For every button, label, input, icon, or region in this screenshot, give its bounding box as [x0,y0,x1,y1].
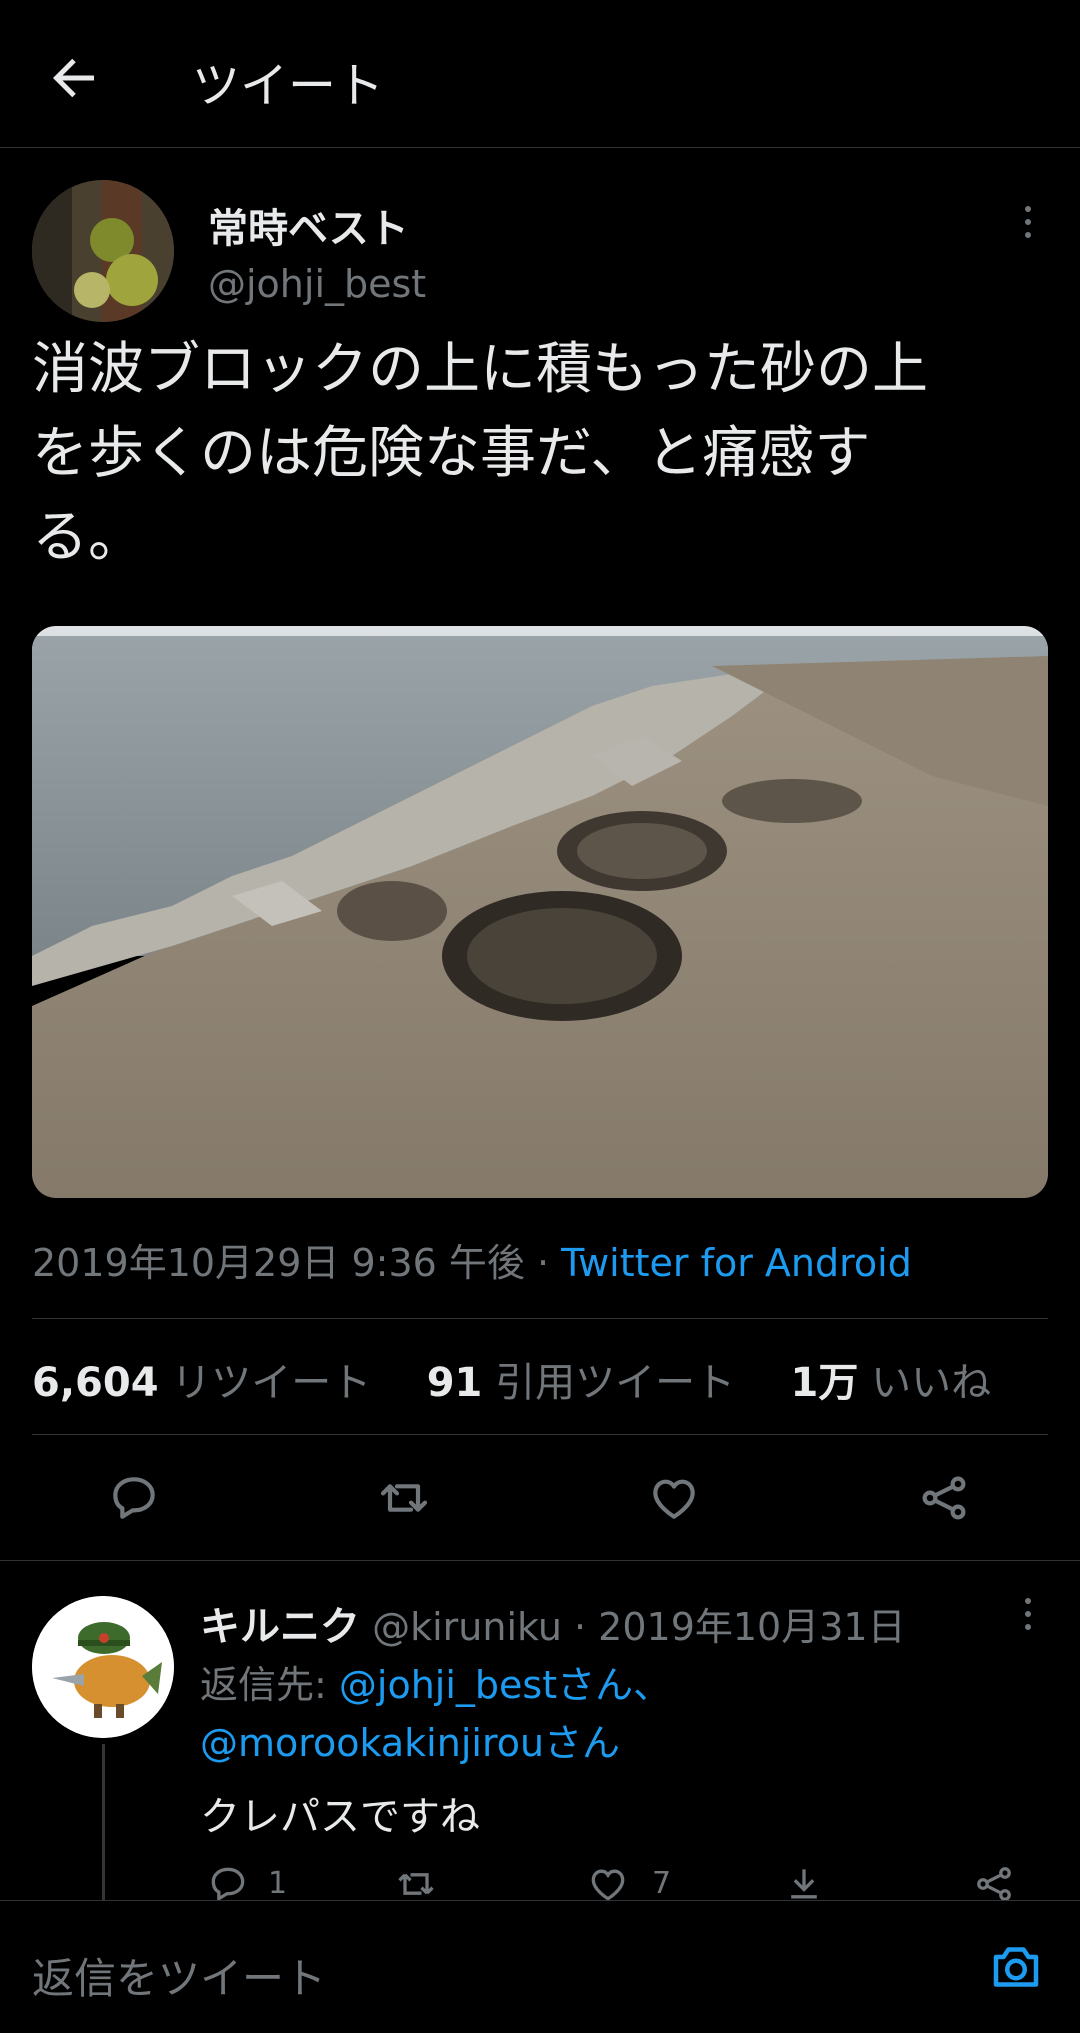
reply-actions: 1 7 [200,1862,1060,1900]
reply-text: クレパスですね [200,1794,480,1840]
reply-date[interactable]: · 2019年10月31日 [562,1605,906,1649]
quotes-label: 引用ツイート [495,1360,736,1406]
replying-to-mention[interactable]: @johji_bestさん、 [339,1663,671,1707]
divider [0,1560,1080,1561]
likes-count: 1万 [790,1360,859,1406]
thread-line [102,1744,105,1900]
reply-reply-count: 1 [268,1866,288,1900]
divider [32,1318,1048,1319]
replying-to: 返信先: @johji_bestさん、 @morookakinjirouさん [200,1656,1060,1772]
reply-more-options-icon[interactable] [1018,1598,1038,1637]
tweet-text: 消波ブロックの上に積もった砂の上 を歩くのは危険な事だ、と痛感す る。 [32,328,1052,580]
tweet-text-line: 消波ブロックの上に積もった砂の上 [32,337,928,402]
share-icon[interactable] [916,1470,972,1526]
reply-icon[interactable] [206,1862,250,1900]
author-name[interactable]: 常時ベスト [208,196,409,254]
tweet-photo[interactable] [32,626,1048,1198]
reply-like-count: 7 [652,1866,672,1900]
page-title: ツイート [192,58,385,114]
retweets-label: リツイート [171,1360,372,1406]
quotes-count: 91 [426,1360,483,1406]
retweets-count: 6,604 [32,1360,159,1406]
quotes-stat[interactable]: 91 引用ツイート [427,1360,735,1406]
reply-header: キルニク @kiruniku · 2019年10月31日 [200,1594,906,1652]
like-icon[interactable] [586,1862,630,1900]
tweet-timestamp: 2019年10月29日 9:36 午後 · [32,1241,562,1285]
reply-author-handle[interactable]: @kiruniku [372,1605,562,1649]
likes-label: いいね [871,1360,992,1406]
tweet-source-link[interactable]: Twitter for Android [561,1241,912,1285]
retweets-stat[interactable]: 6,604 リツイート [32,1360,371,1406]
top-bar: ツイート [0,0,1080,148]
replying-to-prefix: 返信先: [200,1663,339,1707]
divider [32,1434,1048,1435]
author-handle[interactable]: @johji_best [208,262,426,306]
tweet-text-line: る。 [32,505,144,570]
replying-to-mention[interactable]: @morookakinjirouさん [200,1721,620,1765]
tweet-text-line: を歩くのは危険な事だ、と痛感す [32,421,871,486]
reply-author-name[interactable]: キルニク [200,1604,360,1650]
camera-icon[interactable] [986,1937,1046,1997]
arrow-left-icon[interactable] [44,48,104,108]
download-icon[interactable] [782,1862,826,1900]
likes-stat[interactable]: 1万 いいね [791,1360,992,1406]
reply-author-avatar[interactable] [32,1596,174,1738]
more-options-icon[interactable] [1018,206,1038,245]
like-icon[interactable] [646,1470,702,1526]
reply-compose-bar[interactable]: 返信をツイート [0,1900,1080,2033]
author-avatar[interactable] [32,180,174,322]
reply-icon[interactable] [106,1470,162,1526]
retweet-icon[interactable] [394,1862,438,1900]
share-icon[interactable] [972,1862,1016,1900]
retweet-icon[interactable] [376,1470,432,1526]
reply-input[interactable]: 返信をツイート [32,1945,326,2006]
tweet-stats: 6,604 リツイート 91 引用ツイート 1万 いいね [32,1350,991,1408]
tweet-meta: 2019年10月29日 9:36 午後 · Twitter for Androi… [32,1232,912,1287]
